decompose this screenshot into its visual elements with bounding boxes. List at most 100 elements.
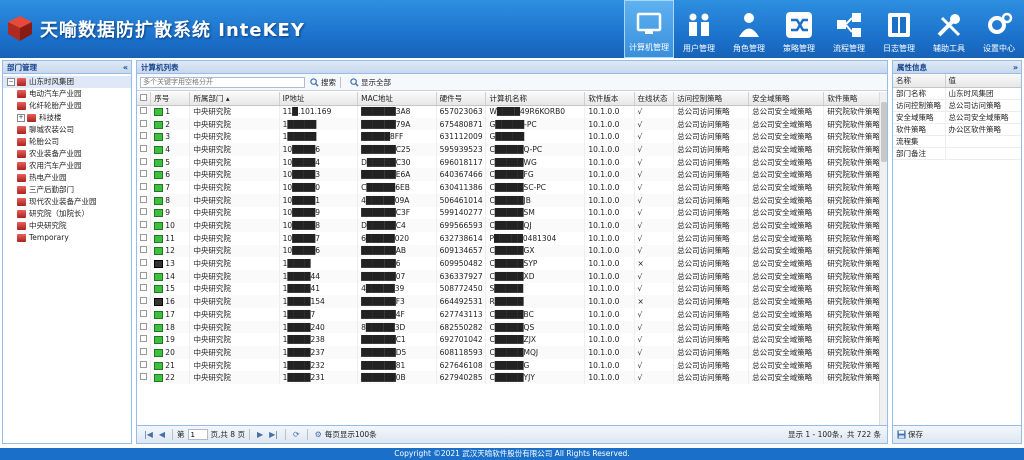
nav-item-4[interactable]: 流程管理 (824, 0, 874, 58)
show-all-button[interactable]: 显示全部 (350, 77, 391, 88)
row-checkbox[interactable] (140, 373, 147, 381)
column-header[interactable]: 计算机名称 (485, 92, 586, 106)
tree-node[interactable]: 现代农业装备产业园 (3, 196, 131, 208)
table-row[interactable]: 5 中央研究院 10████4 D█████C30 696018117 C█████WG 1… (137, 155, 881, 169)
select-all-header[interactable] (137, 92, 152, 106)
page-size-gear-icon[interactable]: ⚙ (315, 430, 322, 439)
table-row[interactable]: 9 中央研究院 10████9 ██████C3F 599140277 C█████SM 1… (137, 206, 881, 220)
row-checkbox[interactable] (140, 195, 147, 203)
expander-icon[interactable]: − (7, 78, 15, 86)
table-row[interactable]: 1 中央研究院 11█.101.169 ██████3A8 657023063 W████… (137, 105, 881, 118)
nav-item-0[interactable]: 计算机管理 (624, 0, 674, 58)
prev-page-icon[interactable]: ◀ (159, 430, 165, 439)
row-checkbox[interactable] (140, 208, 147, 216)
row-checkbox[interactable] (140, 271, 147, 279)
column-header[interactable]: 访问控制策略 (673, 92, 750, 106)
nav-item-3[interactable]: 策略管理 (774, 0, 824, 58)
collapse-left-icon[interactable]: « (123, 61, 128, 74)
column-header[interactable]: 软件策略 (823, 92, 881, 106)
table-row[interactable]: 17 中央研究院 1████7 ██████4F 627743113 C█████BC 10… (137, 308, 881, 321)
table-row[interactable]: 19 中央研究院 1████238 ██████C1 692701042 C█████ZJ… (137, 333, 881, 347)
page-number-input[interactable] (187, 429, 208, 440)
column-header[interactable]: 序号 (150, 92, 191, 106)
tree-node[interactable]: 化纤轮胎产业园 (3, 100, 131, 112)
search-input[interactable] (140, 76, 305, 88)
table-row[interactable]: 14 中央研究院 1████44 ██████07 636337927 C█████XD 1… (137, 269, 881, 283)
tree-node[interactable]: − 山东时风集团 (3, 76, 131, 88)
table-row[interactable]: 20 中央研究院 1████237 ██████D5 608118593 C█████MQ… (137, 346, 881, 359)
column-header[interactable]: 在线状态 (634, 92, 675, 106)
row-checkbox[interactable] (140, 284, 147, 292)
property-row[interactable]: 安全域策略 总公司安全域策略 (893, 111, 1021, 124)
property-row[interactable]: 访问控制策略 总公司访问策略 (893, 99, 1021, 112)
table-row[interactable]: 2 中央研究院 1█████ ██████79A 675480871 G█████-PC 1… (137, 117, 881, 131)
search-button[interactable]: 搜索 (310, 77, 336, 88)
nav-item-6[interactable]: 辅助工具 (924, 0, 974, 58)
table-row[interactable]: 15 中央研究院 1████41 4█████39 508772450 S█████ 10.… (137, 282, 881, 296)
row-checkbox[interactable] (140, 322, 147, 330)
table-row[interactable]: 16 中央研究院 1████154 ██████F3 664492531 R█████ 10… (137, 295, 881, 308)
row-checkbox[interactable] (140, 157, 147, 165)
column-header[interactable]: 软件版本 (584, 92, 635, 106)
tree-node[interactable]: + 科技楼 (3, 112, 131, 124)
row-checkbox[interactable] (140, 335, 147, 343)
table-row[interactable]: 13 中央研究院 1████ ██████6 609950482 C█████SYP 10.… (137, 257, 881, 270)
tree-node[interactable]: Temporary (3, 232, 131, 244)
row-checkbox[interactable] (140, 170, 147, 178)
refresh-icon[interactable]: ⟳ (293, 430, 300, 439)
tree-node[interactable]: 农用汽车产业园 (3, 160, 131, 172)
column-header[interactable]: 硬件号 (436, 92, 487, 106)
tree-node[interactable]: 农业装备产业园 (3, 148, 131, 160)
column-header[interactable]: IP地址 (279, 92, 359, 106)
table-row[interactable]: 3 中央研究院 1█████ █████8FF 631112009 G█████ 10.1.… (137, 130, 881, 144)
property-row[interactable]: 软件策略 办公区软件策略 (893, 123, 1021, 136)
row-checkbox[interactable] (140, 221, 147, 229)
table-row[interactable]: 18 中央研究院 1████240 8█████3D 682550282 C█████QS… (137, 320, 881, 334)
table-row[interactable]: 6 中央研究院 10████3 ██████E6A 640367466 C█████FG 1… (137, 168, 881, 182)
tree-node[interactable]: 研究院（加院长） (3, 208, 131, 220)
row-checkbox[interactable] (140, 233, 147, 241)
tree-node[interactable]: 电动汽车产业园 (3, 88, 131, 100)
row-checkbox[interactable] (140, 107, 147, 115)
nav-item-1[interactable]: 用户管理 (674, 0, 724, 58)
table-row[interactable]: 4 中央研究院 10████6 ██████C25 595939523 C█████Q-P… (137, 143, 881, 156)
next-page-icon[interactable]: ▶ (257, 430, 263, 439)
table-row[interactable]: 12 中央研究院 10████6 ██████AB 609134657 C█████GX 1… (137, 244, 881, 258)
table-row[interactable]: 7 中央研究院 10████0 C█████6EB 630411386 C█████SC-… (137, 181, 881, 194)
row-checkbox[interactable] (140, 182, 147, 190)
nav-item-7[interactable]: 设置中心 (974, 0, 1024, 58)
tree-node[interactable]: 热电产业园 (3, 172, 131, 184)
scrollbar-thumb[interactable] (881, 102, 887, 162)
table-row[interactable]: 8 中央研究院 10████1 4█████09A 506461014 C█████JB 1… (137, 193, 881, 207)
tree-node[interactable]: 轮胎公司 (3, 136, 131, 148)
save-button[interactable]: 保存 (897, 429, 923, 440)
page-size-label[interactable]: 每页显示100条 (325, 429, 377, 440)
column-header[interactable]: 安全域策略 (748, 92, 825, 106)
row-checkbox[interactable] (140, 360, 147, 368)
row-checkbox[interactable] (140, 309, 147, 317)
tree-node[interactable]: 三产后勤部门 (3, 184, 131, 196)
nav-item-2[interactable]: 角色管理 (724, 0, 774, 58)
expander-icon[interactable]: + (17, 114, 25, 122)
row-checkbox[interactable] (140, 132, 147, 140)
row-checkbox[interactable] (140, 119, 147, 127)
row-checkbox[interactable] (140, 347, 147, 355)
vertical-scrollbar[interactable] (879, 92, 887, 426)
table-row[interactable]: 22 中央研究院 1████231 ██████0B 627940285 C█████YJ… (137, 371, 881, 385)
tree-node[interactable]: 中央研究院 (3, 220, 131, 232)
tree-node[interactable]: 聊城农装公司 (3, 124, 131, 136)
property-row[interactable]: 部门名称 山东时风集团 (893, 87, 1021, 100)
table-row[interactable]: 10 中央研究院 10████8 D█████C4 699566593 C█████QJ 1… (137, 219, 881, 232)
row-checkbox[interactable] (140, 144, 147, 152)
row-checkbox[interactable] (140, 259, 147, 267)
row-checkbox[interactable] (140, 246, 147, 254)
checkbox-icon[interactable] (140, 93, 147, 101)
nav-item-5[interactable]: 日志管理 (874, 0, 924, 58)
property-row[interactable]: 流程集 (893, 135, 1021, 148)
column-header[interactable]: MAC地址 (357, 92, 437, 106)
property-row[interactable]: 部门备注 (893, 147, 1021, 160)
row-checkbox[interactable] (140, 297, 147, 305)
last-page-icon[interactable]: ▶| (269, 430, 278, 439)
table-row[interactable]: 11 中央研究院 10████7 6█████020 632738614 P█████04… (137, 231, 881, 245)
first-page-icon[interactable]: |◀ (144, 430, 153, 439)
